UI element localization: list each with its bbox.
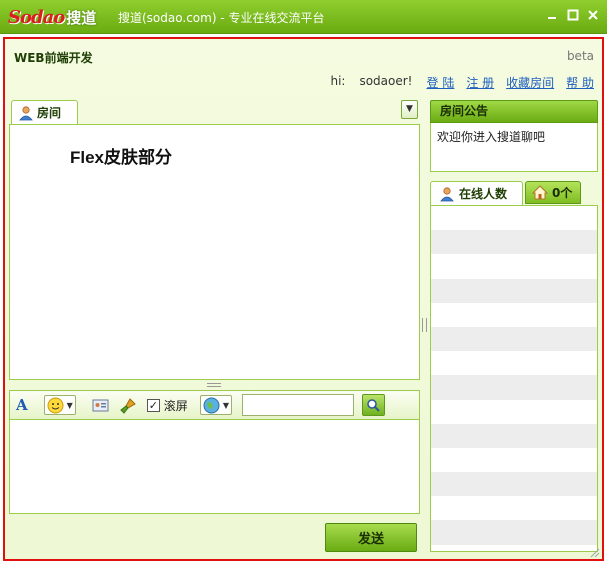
greeting: hi: (330, 74, 346, 88)
search-button[interactable] (361, 394, 385, 416)
user-icon (18, 105, 34, 121)
login-link[interactable]: 登 陆 (427, 74, 455, 91)
notice-body: 欢迎你进入搜道聊吧 (430, 123, 598, 172)
username: sodaoer! (359, 74, 413, 88)
search-input[interactable] (241, 394, 354, 416)
minimize-icon[interactable] (545, 9, 559, 23)
room-dropdown-button[interactable]: ▼ (401, 100, 418, 119)
chevron-down-icon: ▼ (222, 400, 229, 410)
list-item[interactable] (431, 254, 597, 278)
brush-icon[interactable] (119, 395, 137, 415)
list-item[interactable] (431, 303, 597, 327)
list-item[interactable] (431, 400, 597, 424)
room-message-area: Flex皮肤部分 (9, 124, 420, 380)
send-button[interactable]: 发送 (325, 523, 417, 552)
language-picker[interactable]: ▼ (199, 395, 232, 415)
vertical-splitter[interactable] (420, 100, 430, 552)
font-icon[interactable]: A (16, 395, 28, 415)
list-item[interactable] (431, 375, 597, 400)
list-item[interactable] (431, 423, 597, 448)
input-toolbar: A ▼ ✓ 滚屏 ▼ (9, 390, 420, 420)
tab-online-count[interactable]: 0个 (525, 181, 581, 204)
chat-app-frame: WEB前端开发 beta hi: sodaoer! 登 陆 注 册 收藏房间 帮… (3, 37, 604, 561)
home-icon (532, 185, 548, 200)
list-item[interactable] (431, 278, 597, 303)
room-content-text: Flex皮肤部分 (70, 148, 173, 167)
scroll-toggle[interactable]: ✓ 滚屏 (146, 395, 188, 415)
search-icon (366, 398, 381, 412)
list-item[interactable] (431, 496, 597, 520)
user-bar: hi: sodaoer! 登 陆 注 册 收藏房间 帮 助 (330, 74, 594, 91)
maximize-icon[interactable] (566, 9, 580, 23)
chevron-down-icon: ▼ (66, 400, 73, 410)
list-item[interactable] (431, 448, 597, 472)
favorite-room-link[interactable]: 收藏房间 (506, 74, 554, 91)
splitter-grip[interactable] (207, 383, 221, 387)
list-item[interactable] (431, 206, 597, 230)
list-item[interactable] (431, 351, 597, 375)
logo-cn-text: 搜道 (66, 8, 97, 27)
app-title: WEB前端开发 (14, 51, 93, 65)
globe-icon (203, 397, 220, 414)
list-item[interactable] (431, 230, 597, 255)
scroll-label: 滚屏 (163, 398, 188, 413)
window-title: 搜道(sodao.com) - 专业在线交流平台 (118, 11, 325, 25)
splitter-grip[interactable] (422, 318, 427, 332)
logo-text: Sodao (8, 6, 65, 28)
tab-room[interactable]: 房间 (11, 100, 78, 124)
smiley-icon (47, 397, 64, 414)
user-icon (439, 186, 455, 202)
list-item[interactable] (431, 472, 597, 497)
horizontal-splitter[interactable] (9, 380, 420, 390)
id-card-icon[interactable] (92, 395, 109, 415)
window-titlebar: Sodao 搜道 搜道(sodao.com) - 专业在线交流平台 (0, 0, 607, 34)
tab-room-label: 房间 (37, 106, 62, 120)
tab-online-users[interactable]: 在线人数 (430, 181, 523, 205)
register-link[interactable]: 注 册 (466, 74, 494, 91)
emoticon-picker[interactable]: ▼ (43, 395, 76, 415)
list-item[interactable] (431, 520, 597, 545)
app-logo: Sodao 搜道 (8, 5, 96, 29)
scroll-checkbox[interactable]: ✓ (146, 398, 160, 412)
resize-grip-icon[interactable] (590, 547, 600, 558)
notice-header: 房间公告 (430, 100, 598, 123)
online-count-label: 0个 (552, 186, 573, 200)
tab-online-label: 在线人数 (459, 187, 508, 201)
help-link[interactable]: 帮 助 (566, 74, 594, 91)
version-tag: beta (566, 49, 594, 63)
list-item[interactable] (431, 326, 597, 352)
message-input[interactable] (9, 420, 420, 514)
online-user-list (430, 205, 598, 552)
close-icon[interactable] (586, 9, 600, 23)
